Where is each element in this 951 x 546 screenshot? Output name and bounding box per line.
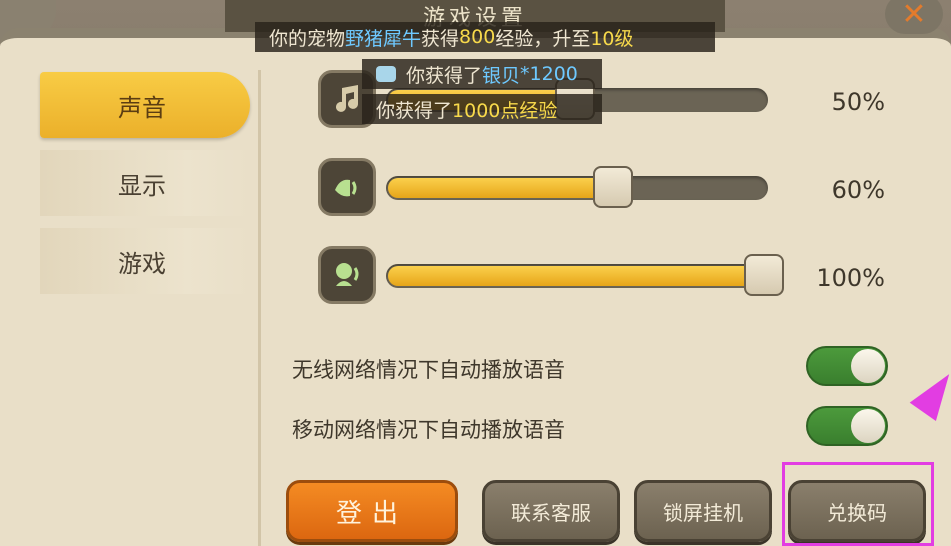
tab-display[interactable]: 显示 xyxy=(40,150,250,216)
notification-text: 你的宠物 xyxy=(269,27,346,50)
notification-text: 你获得了 xyxy=(376,99,453,122)
mobile-autoplay-voice-toggle[interactable] xyxy=(806,406,888,446)
notification-exp-gain: 你获得了 1000点经验 xyxy=(362,94,602,124)
music-volume-value: 50% xyxy=(831,88,885,116)
tab-game[interactable]: 游戏 xyxy=(40,228,250,294)
toggle-knob xyxy=(851,349,885,383)
tab-label: 声音 xyxy=(118,93,166,122)
item-count: *1200 xyxy=(520,63,578,85)
close-icon: ✕ xyxy=(901,0,927,32)
sound-effect-volume-value: 60% xyxy=(831,176,885,204)
customer-service-button[interactable]: 联系客服 xyxy=(482,480,620,542)
level-value: 10级 xyxy=(590,27,634,50)
voice-volume-slider[interactable] xyxy=(386,254,784,296)
tab-sound[interactable]: 声音 xyxy=(40,72,250,138)
sidebar-divider xyxy=(258,70,261,546)
toggle-knob xyxy=(851,409,885,443)
pet-name: 野猪犀牛 xyxy=(345,27,422,50)
sound-effect-icon xyxy=(318,158,376,216)
voice-icon xyxy=(318,246,376,304)
notification-item-gain: 你获得了 银贝 *1200 xyxy=(362,59,602,89)
lock-screen-label: 锁屏挂机 xyxy=(663,500,743,525)
lock-screen-button[interactable]: 锁屏挂机 xyxy=(634,480,772,542)
silver-shell-icon xyxy=(376,66,396,82)
tab-label: 显示 xyxy=(118,171,166,200)
tab-label: 游戏 xyxy=(118,249,166,278)
slider-fill xyxy=(388,266,766,286)
notification-text: 获得 xyxy=(421,27,460,50)
wifi-autoplay-voice-label: 无线网络情况下自动播放语音 xyxy=(292,358,565,382)
settings-sidebar: 声音 显示 游戏 xyxy=(18,70,258,546)
voice-volume-value: 100% xyxy=(816,264,885,292)
logout-label: 登出 xyxy=(335,498,408,529)
slider-handle[interactable] xyxy=(593,166,633,208)
item-name: 银贝 xyxy=(482,64,521,87)
slider-handle[interactable] xyxy=(744,254,784,296)
notification-text: 经验，升至 xyxy=(495,27,591,50)
annotation-highlight-box xyxy=(782,462,934,546)
customer-service-label: 联系客服 xyxy=(511,500,591,525)
sound-effect-volume-slider[interactable] xyxy=(386,166,768,208)
mobile-autoplay-voice-label: 移动网络情况下自动播放语音 xyxy=(292,418,565,442)
logout-button[interactable]: 登出 xyxy=(286,480,458,542)
wifi-autoplay-voice-toggle[interactable] xyxy=(806,346,888,386)
exp-amount: 800 xyxy=(459,26,496,48)
close-button[interactable]: ✕ xyxy=(885,0,943,34)
slider-fill xyxy=(388,178,615,198)
notification-text: 你获得了 xyxy=(406,64,483,87)
exp-amount: 1000点经验 xyxy=(452,99,558,122)
notification-pet-levelup: 你的宠物 野猪犀牛 获得 800 经验，升至 10级 xyxy=(255,22,715,52)
